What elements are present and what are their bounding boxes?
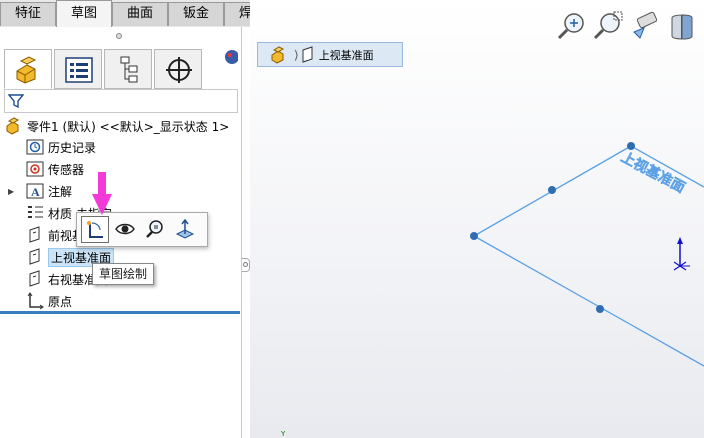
tree-item-annotations[interactable]: ▶ A 注解	[8, 181, 73, 201]
normal-to-icon	[175, 219, 195, 239]
zoom-to-selection-icon	[146, 220, 163, 238]
plane-edge-handle[interactable]	[548, 186, 556, 194]
dimxpert-icon	[166, 57, 192, 83]
pointer-arrow-icon	[92, 172, 112, 215]
panel-splitter-handle[interactable]	[242, 258, 250, 272]
svg-text:A: A	[31, 185, 40, 199]
tab-features[interactable]: 特征	[0, 2, 56, 26]
zoom-to-selection-button[interactable]	[141, 216, 169, 243]
tab-sheet-metal[interactable]: 钣金	[168, 2, 224, 26]
normal-to-button[interactable]	[171, 216, 199, 243]
panel-tab-bar: ◀ ▶	[2, 49, 240, 107]
part-icon	[6, 117, 20, 135]
command-manager-tabs: 特征 草图 曲面 钣金 焊件	[0, 0, 280, 27]
expand-arrow-icon[interactable]: ▶	[8, 187, 14, 196]
plane-corner-handle[interactable]	[470, 232, 478, 240]
tree-item-label: 材质	[48, 206, 73, 221]
plane-preview: 上视基准面	[470, 142, 704, 367]
plane-edge-handle[interactable]	[596, 305, 604, 313]
context-toolbar	[76, 212, 208, 247]
tree-item-origin[interactable]: 原点	[26, 291, 72, 311]
configurationmanager-tab[interactable]	[104, 49, 152, 89]
tree-filter-bar[interactable]	[4, 89, 238, 113]
dimxpert-tab[interactable]	[154, 49, 202, 89]
configurationmanager-icon	[120, 56, 138, 83]
tab-sketch[interactable]: 草图	[56, 0, 112, 27]
tab-surfaces[interactable]: 曲面	[112, 2, 168, 26]
panel-grip-handle[interactable]	[116, 33, 122, 39]
sketch-button[interactable]	[81, 216, 109, 243]
tree-item-sensors[interactable]: 传感器	[26, 159, 84, 179]
tree-item-history[interactable]: 历史记录	[26, 137, 96, 157]
tree-item-label: 传感器	[48, 162, 85, 177]
origin-triad-icon	[673, 237, 690, 271]
featuremanager-tab[interactable]	[4, 49, 52, 89]
featuremanager-icon	[16, 56, 37, 84]
plane-icon	[29, 270, 40, 287]
tree-root-part[interactable]: 零件1 (默认) <<默认>_显示状态 1>	[5, 116, 229, 136]
eye-icon	[115, 223, 135, 235]
show-hide-button[interactable]	[111, 216, 139, 243]
origin-icon	[27, 292, 44, 310]
tree-root-label: 零件1 (默认) <<默认>_显示状态 1>	[27, 119, 230, 134]
plane-icon	[29, 226, 40, 243]
filter-icon	[8, 94, 24, 109]
history-icon	[26, 139, 44, 155]
annotation-icon: A	[26, 183, 44, 199]
tree-item-label: 注解	[48, 184, 73, 199]
propertymanager-tab[interactable]	[54, 49, 102, 89]
plane-corner-handle[interactable]	[627, 142, 635, 150]
sketch-icon	[87, 221, 103, 238]
tree-item-label: 原点	[48, 294, 73, 309]
triad-y-label: Y	[281, 430, 286, 438]
appearance-icon	[225, 50, 238, 64]
appearance-tab[interactable]	[208, 49, 238, 89]
tooltip: 草图绘制	[92, 263, 155, 285]
material-icon	[28, 206, 43, 218]
plane-icon	[29, 248, 40, 265]
tree-end-marker[interactable]	[0, 311, 240, 314]
graphics-area[interactable]: ⟩ 上视基准面 上视基准面 Y	[250, 0, 704, 438]
tree-item-label: 历史记录	[48, 140, 97, 155]
sensor-icon	[26, 161, 44, 177]
propertymanager-icon	[65, 57, 93, 83]
